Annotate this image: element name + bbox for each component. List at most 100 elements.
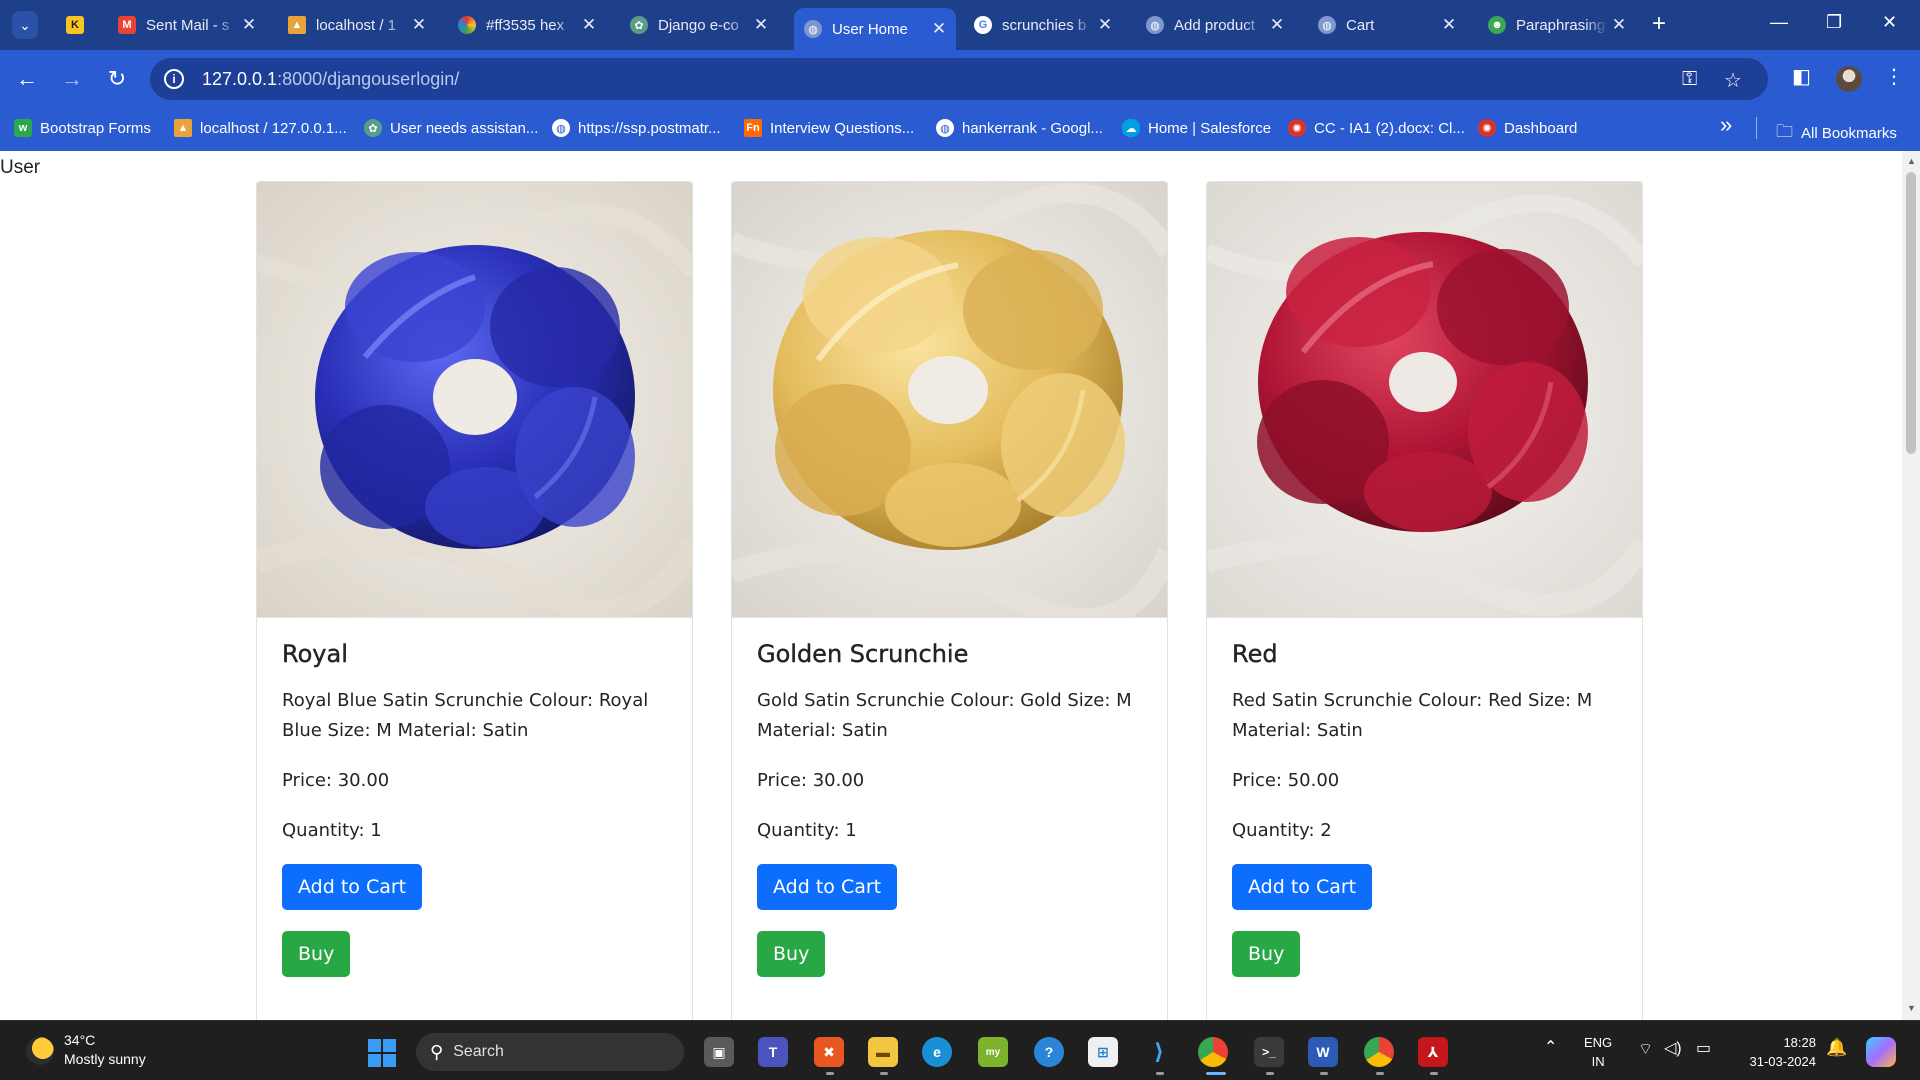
address-bar[interactable]: i 127.0.0.1:8000/djangouserlogin/ ⚿ ☆ [150, 58, 1768, 100]
tray-chevron-up-icon[interactable]: ⌃ [1544, 1037, 1557, 1057]
bookmark-star-icon[interactable]: ☆ [1724, 68, 1742, 93]
phpmyadmin-icon: ▲ [174, 119, 192, 137]
clock-time: 18:28 [1783, 1035, 1816, 1050]
close-icon[interactable]: ✕ [928, 19, 950, 39]
notification-bell-icon[interactable]: 🔔 [1826, 1038, 1847, 1058]
wifi-icon[interactable]: ⌔ [1638, 1039, 1653, 1059]
product-name: Royal [282, 640, 348, 668]
close-icon[interactable]: ✕ [238, 15, 260, 35]
chevron-down-icon: ⌄ [19, 16, 31, 33]
close-window-button[interactable]: ✕ [1882, 12, 1897, 33]
menu-dots-icon[interactable]: ⋮ [1884, 64, 1904, 89]
edge-icon[interactable]: e [922, 1037, 952, 1067]
restore-button[interactable]: ❐ [1826, 12, 1842, 33]
teams-icon[interactable]: T [758, 1037, 788, 1067]
close-icon[interactable]: ✕ [1094, 15, 1116, 35]
page-viewport: User Royal Royal Blue Satin Scrunchie Co… [0, 151, 1902, 1020]
myhp-icon[interactable]: my [978, 1037, 1008, 1067]
back-button[interactable]: ← [12, 64, 42, 94]
close-icon[interactable]: ✕ [1608, 15, 1630, 35]
close-icon[interactable]: ✕ [578, 15, 600, 35]
task-view-icon[interactable]: ▣ [704, 1037, 734, 1067]
bookmark-item[interactable]: ✿ User needs assistan... [364, 119, 538, 137]
site-info-icon[interactable]: i [164, 69, 184, 89]
tab-paraphrasing[interactable]: ☻ Paraphrasing ✕ [1478, 8, 1636, 42]
word-icon[interactable]: W [1308, 1037, 1338, 1067]
battery-icon[interactable]: ▭ [1696, 1038, 1711, 1058]
running-indicator [1156, 1072, 1164, 1075]
weather-widget[interactable]: 34°C Mostly sunny [64, 1031, 146, 1069]
weather-sun-icon[interactable] [26, 1037, 54, 1065]
tab-title: Sent Mail - s [146, 16, 230, 34]
vscode-icon[interactable]: ⟩ [1144, 1037, 1174, 1067]
side-panel-icon[interactable]: ◧ [1792, 64, 1811, 89]
add-to-cart-button[interactable]: Add to Cart [757, 864, 898, 910]
tab-search-button[interactable]: ⌄ [12, 11, 38, 39]
globe-icon: ◍ [552, 119, 570, 137]
start-windows-icon[interactable] [368, 1039, 396, 1067]
bookmark-item[interactable]: ☁ Home | Salesforce [1122, 119, 1271, 137]
tab-add-product[interactable]: ◍ Add product ✕ [1136, 8, 1294, 42]
system-clock[interactable]: 18:28 31-03-2024 [1736, 1033, 1817, 1071]
add-to-cart-button[interactable]: Add to Cart [1232, 864, 1373, 910]
product-price: Price: 50.00 [1232, 770, 1340, 791]
taskbar-search[interactable]: ⚲ Search [416, 1033, 684, 1071]
forward-button[interactable]: → [57, 64, 87, 94]
product-quantity: Quantity: 1 [282, 820, 382, 841]
tab-localhost[interactable]: ▲ localhost / 1 ✕ [278, 8, 436, 42]
product-name: Golden Scrunchie [757, 640, 969, 668]
buy-button[interactable]: Buy [282, 931, 351, 977]
scrollbar-thumb[interactable] [1906, 172, 1916, 454]
close-icon[interactable]: ✕ [408, 15, 430, 35]
chrome-icon[interactable] [1198, 1037, 1228, 1067]
tab-django-ecommerce[interactable]: ✿ Django e-co ✕ [620, 8, 778, 42]
tab-user-home[interactable]: ◍ User Home ✕ [794, 8, 956, 50]
volume-icon[interactable]: ◁) [1664, 1038, 1682, 1058]
acrobat-icon[interactable]: ⅄ [1418, 1037, 1448, 1067]
region-code: IN [1591, 1054, 1605, 1069]
globe-icon: ◍ [1146, 16, 1164, 34]
file-explorer-icon[interactable]: ▬ [868, 1037, 898, 1067]
copilot-icon[interactable] [1866, 1037, 1896, 1067]
xampp-icon[interactable]: ✖ [814, 1037, 844, 1067]
bookmark-item[interactable]: ◍ https://ssp.postmatr... [552, 119, 721, 137]
close-icon[interactable]: ✕ [750, 15, 772, 35]
minimize-button[interactable]: — [1770, 12, 1788, 33]
scroll-down-icon[interactable]: ▼ [1907, 1003, 1916, 1013]
url-host: 127.0.0.1 [202, 68, 278, 89]
tab-scrunchies[interactable]: G scrunchies b ✕ [964, 8, 1122, 42]
gmail-icon: M [118, 16, 136, 34]
close-icon[interactable]: ✕ [1438, 15, 1460, 35]
add-to-cart-button[interactable]: Add to Cart [282, 864, 423, 910]
bookmark-label: Home | Salesforce [1148, 119, 1272, 137]
help-icon[interactable]: ? [1034, 1037, 1064, 1067]
buy-button[interactable]: Buy [757, 931, 826, 977]
chrome-profile-icon[interactable] [1364, 1037, 1394, 1067]
bookmark-item[interactable]: ✺ CC - IA1 (2).docx: Cl... [1288, 119, 1465, 137]
more-bookmarks-icon[interactable]: » [1720, 112, 1732, 138]
scrunchie-blue-image [257, 182, 692, 617]
password-key-icon[interactable]: ⚿ [1682, 68, 1697, 91]
store-icon[interactable]: ⊞ [1088, 1037, 1118, 1067]
buy-button[interactable]: Buy [1232, 931, 1301, 977]
tab-cart[interactable]: ◍ Cart ✕ [1308, 8, 1466, 42]
bookmark-item[interactable]: Fn Interview Questions... [744, 119, 914, 137]
bookmark-item[interactable]: ◍ hankerrank - Googl... [936, 119, 1103, 137]
bookmark-item[interactable]: ✺ Dashboard [1478, 119, 1577, 137]
close-icon[interactable]: ✕ [1266, 15, 1288, 35]
bookmarks-bar: w Bootstrap Forms ▲ localhost / 127.0.0.1.… [0, 108, 1920, 151]
tab-pinned[interactable]: K [56, 8, 96, 42]
scroll-up-icon[interactable]: ▲ [1907, 156, 1916, 166]
new-tab-button[interactable]: + [1652, 12, 1666, 36]
terminal-icon[interactable]: >_ [1254, 1037, 1284, 1067]
reload-icon: ↻ [107, 66, 127, 91]
tab-hex-color[interactable]: #ff3535 hex ✕ [448, 8, 606, 42]
profile-avatar[interactable] [1836, 66, 1862, 92]
page-scrollbar[interactable]: ▲ ▼ [1902, 151, 1920, 1020]
reload-button[interactable]: ↻ [102, 64, 132, 94]
input-language[interactable]: ENG IN [1584, 1033, 1612, 1071]
bookmark-item[interactable]: w Bootstrap Forms [14, 119, 151, 137]
all-bookmarks-button[interactable]: 🗀 All Bookmarks [1776, 119, 1897, 148]
tab-sent-mail[interactable]: M Sent Mail - s ✕ [108, 8, 266, 42]
bookmark-item[interactable]: ▲ localhost / 127.0.0.1... [174, 119, 347, 137]
